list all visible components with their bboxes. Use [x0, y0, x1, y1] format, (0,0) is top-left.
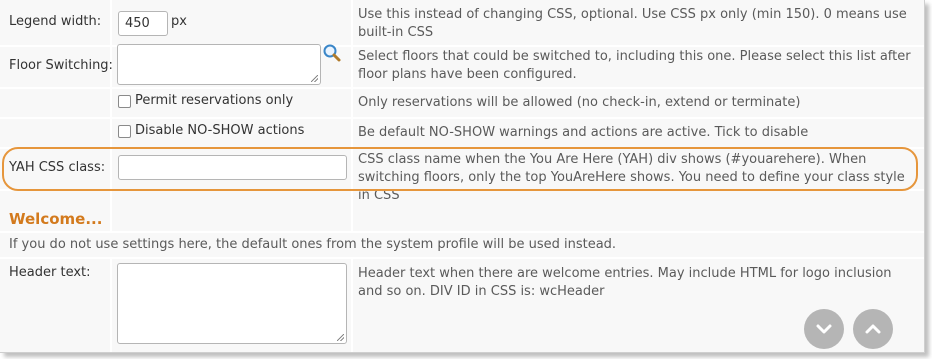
yah-css-label: YAH CSS class:: [9, 160, 106, 175]
permit-reservations-description: Only reservations will be allowed (no ch…: [358, 95, 801, 110]
cell: [112, 191, 351, 231]
yah-css-description: CSS class name when the You Are Here (YA…: [358, 152, 905, 203]
cell: [0, 119, 110, 147]
settings-panel: Legend width: px Use this instead of cha…: [0, 0, 925, 353]
yah-css-input[interactable]: [118, 155, 347, 180]
legend-width-description: Use this instead of changing CSS, option…: [358, 7, 907, 40]
scroll-down-button[interactable]: [804, 309, 844, 349]
disable-noshow-label: Disable NO-SHOW actions: [135, 123, 305, 138]
scroll-up-button[interactable]: [853, 309, 893, 349]
chevron-up-icon: [865, 324, 881, 334]
welcome-info-text: If you do not use settings here, the def…: [9, 237, 617, 252]
chevron-down-icon: [816, 324, 832, 334]
cell: [0, 89, 110, 117]
header-text-textarea[interactable]: [117, 263, 347, 344]
permit-reservations-label: Permit reservations only: [135, 93, 294, 108]
search-icon[interactable]: [322, 43, 342, 63]
legend-width-unit: px: [171, 14, 187, 29]
welcome-section-title: Welcome...: [9, 210, 103, 228]
disable-noshow-checkbox[interactable]: [118, 125, 131, 138]
permit-reservations-checkbox[interactable]: [118, 95, 131, 108]
legend-width-label: Legend width:: [9, 14, 102, 29]
resize-handle[interactable]: [337, 334, 344, 341]
floor-switching-label: Floor Switching:: [9, 58, 113, 73]
header-text-label: Header text:: [9, 265, 91, 280]
header-text-description: Header text when there are welcome entri…: [358, 266, 892, 299]
legend-width-input[interactable]: [118, 11, 168, 36]
floor-switching-select[interactable]: [117, 44, 321, 85]
floor-switching-description: Select floors that could be switched to,…: [358, 49, 911, 82]
disable-noshow-description: Be default NO-SHOW warnings and actions …: [358, 125, 809, 140]
resize-handle[interactable]: [311, 75, 318, 82]
